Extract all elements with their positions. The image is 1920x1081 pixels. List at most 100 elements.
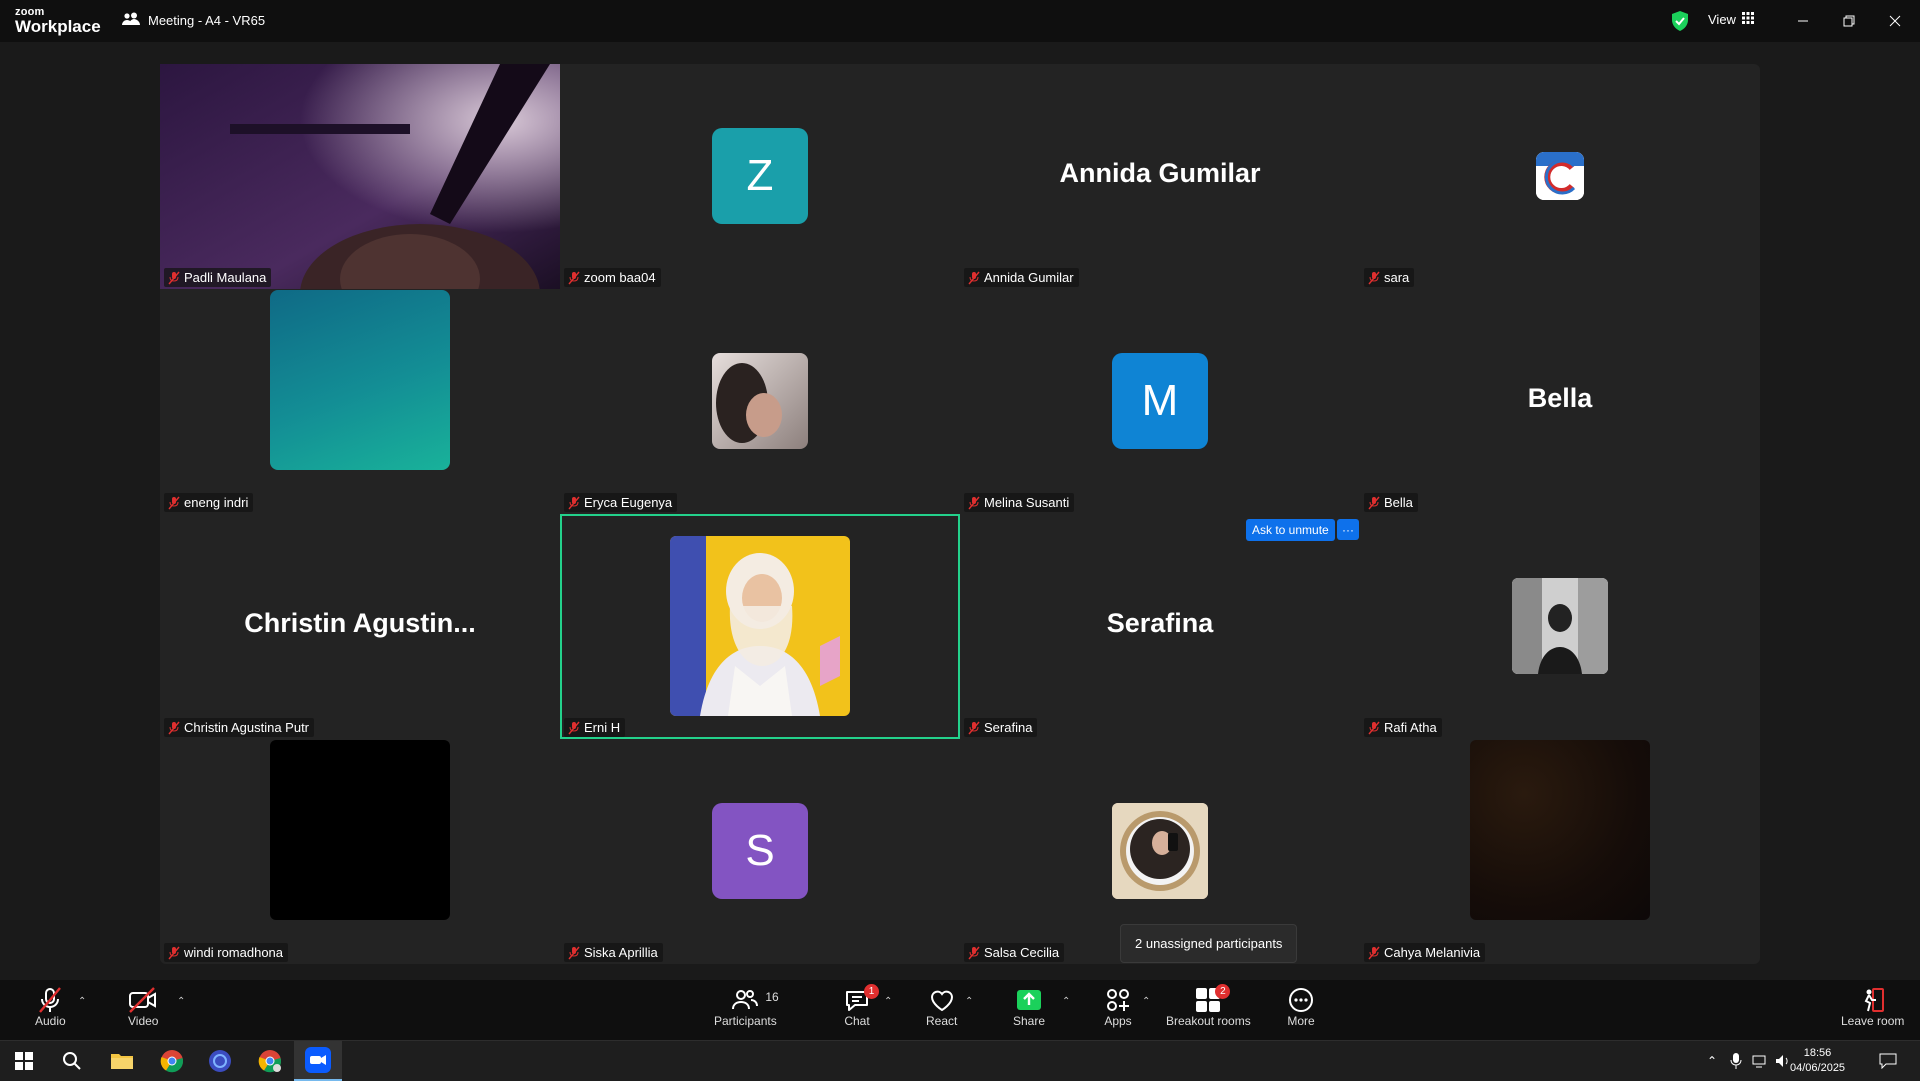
network-tray-button[interactable]	[1748, 1041, 1772, 1081]
grid-icon	[1741, 12, 1754, 27]
heart-icon	[928, 986, 956, 1014]
notification-icon	[1879, 1053, 1897, 1069]
video-button[interactable]: Video	[128, 986, 158, 1028]
participant-name: Cahya Melanivia	[1384, 945, 1481, 960]
close-icon	[1889, 15, 1901, 27]
participant-name: Eryca Eugenya	[584, 495, 673, 510]
more-button[interactable]: More	[1287, 986, 1315, 1028]
participant-name-bar: windi romadhona	[164, 943, 289, 962]
profile-photo	[270, 290, 450, 470]
participants-button[interactable]: 16 Participants	[714, 986, 779, 1028]
restore-icon	[1843, 15, 1855, 27]
file-explorer-button[interactable]	[98, 1041, 146, 1081]
more-label: More	[1287, 1014, 1315, 1028]
profile-photo	[270, 740, 450, 920]
participant-name-bar: Padli Maulana	[164, 268, 272, 287]
chat-label: Chat	[844, 1014, 870, 1028]
minimize-button[interactable]	[1780, 8, 1826, 34]
browser-button[interactable]	[196, 1041, 244, 1081]
apps-icon	[1104, 986, 1132, 1014]
notification-center-button[interactable]	[1864, 1041, 1912, 1081]
speaker-icon	[1776, 1055, 1788, 1067]
participant-name-bar: Christin Agustina Putr	[164, 718, 315, 737]
mic-muted-icon	[168, 271, 180, 284]
react-button[interactable]: React	[926, 986, 957, 1028]
share-button[interactable]: Share	[1013, 986, 1045, 1028]
minimize-icon	[1798, 20, 1808, 22]
search-icon	[63, 1052, 81, 1070]
avatar-letter: M	[1141, 376, 1179, 425]
mic-muted-icon	[968, 946, 980, 959]
chrome-profile-button[interactable]	[246, 1041, 294, 1081]
participant-tile[interactable]: Cahya Melanivia	[1360, 739, 1760, 964]
participant-name: zoom baa04	[584, 270, 656, 285]
participant-tile[interactable]: Annida Gumilar Annida Gumilar	[960, 64, 1360, 289]
participant-name: Bella	[1384, 495, 1413, 510]
encryption-shield-icon[interactable]	[1671, 11, 1689, 36]
close-button[interactable]	[1872, 8, 1918, 34]
chat-button[interactable]: 1 Chat	[843, 984, 879, 1028]
participant-name: Melina Susanti	[984, 495, 1070, 510]
participant-name-bar: Salsa Cecilia	[964, 943, 1065, 962]
zoom-workplace-logo: zoom Workplace	[15, 7, 101, 36]
participant-tile[interactable]: Z zoom baa04	[560, 64, 960, 289]
audio-button[interactable]: Audio	[35, 986, 66, 1028]
microphone-tray-button[interactable]	[1724, 1041, 1748, 1081]
share-screen-icon	[1015, 986, 1043, 1014]
participant-tile[interactable]: windi romadhona	[160, 739, 560, 964]
participant-name: Padli Maulana	[184, 270, 267, 285]
participant-tile[interactable]: eneng indri	[160, 289, 560, 514]
profile-photo	[1470, 740, 1650, 920]
participant-name-bar: Siska Aprillia	[564, 943, 663, 962]
avatar-letter: S	[745, 826, 775, 875]
view-button[interactable]: View	[1708, 12, 1754, 27]
chrome-icon	[258, 1050, 282, 1073]
ask-to-unmute-button[interactable]: Ask to unmute	[1246, 519, 1335, 541]
react-options-chevron-icon[interactable]: ⌃	[965, 996, 973, 1007]
mic-muted-icon	[1368, 271, 1380, 284]
participant-tile[interactable]: Rafi Atha	[1360, 514, 1760, 739]
show-hidden-icons-button[interactable]: ⌃	[1700, 1041, 1724, 1081]
start-button[interactable]	[0, 1041, 48, 1081]
participant-tile[interactable]: Eryca Eugenya	[560, 289, 960, 514]
system-clock[interactable]: 18:56 04/06/2025	[1790, 1046, 1845, 1076]
logo-big-text: Workplace	[15, 17, 101, 36]
share-options-chevron-icon[interactable]: ⌃	[1062, 996, 1070, 1007]
meeting-info[interactable]: Meeting - A4 - VR65	[122, 12, 265, 29]
chrome-button[interactable]	[148, 1041, 196, 1081]
breakout-rooms-button[interactable]: 2 Breakout rooms	[1166, 984, 1251, 1028]
participant-name: Christin Agustina Putr	[184, 720, 310, 735]
apps-button[interactable]: Apps	[1104, 986, 1132, 1028]
breakout-label: Breakout rooms	[1166, 1014, 1251, 1028]
participants-group-icon	[122, 12, 140, 29]
participant-name: sara	[1384, 270, 1410, 285]
letter-avatar: S	[712, 803, 808, 899]
chat-options-chevron-icon[interactable]: ⌃	[884, 996, 892, 1007]
video-options-chevron-icon[interactable]: ⌃	[177, 996, 185, 1007]
participant-name-bar: Melina Susanti	[964, 493, 1075, 512]
mic-muted-icon	[968, 271, 980, 284]
leave-room-button[interactable]: Leave room	[1841, 986, 1904, 1028]
clock-time: 18:56	[1803, 1047, 1832, 1059]
mic-muted-icon	[568, 271, 580, 284]
participant-tile[interactable]: Serafina Serafina	[960, 514, 1360, 739]
chat-icon: 1	[843, 984, 879, 1014]
restore-button[interactable]	[1826, 8, 1872, 34]
participant-tile[interactable]: Bella Bella	[1360, 289, 1760, 514]
mic-muted-icon	[168, 946, 180, 959]
tile-more-options-button[interactable]: ···	[1337, 519, 1359, 540]
participant-tile[interactable]: sara	[1360, 64, 1760, 289]
participant-tile[interactable]: Christin Agustin... Christin Agustina Pu…	[160, 514, 560, 739]
folder-icon	[111, 1054, 133, 1069]
participant-tile-active-speaker[interactable]: Erni H	[560, 514, 960, 739]
participant-name-bar: Rafi Atha	[1364, 718, 1442, 737]
participant-tile[interactable]: M Melina Susanti	[960, 289, 1360, 514]
search-button[interactable]	[48, 1041, 96, 1081]
windows-taskbar: ⌃ 18:56 04/06/2025	[0, 1040, 1920, 1081]
zoom-taskbar-button[interactable]	[294, 1041, 342, 1081]
participant-tile[interactable]: Padli Maulana	[160, 64, 560, 289]
apps-options-chevron-icon[interactable]: ⌃	[1142, 996, 1150, 1007]
chevron-up-icon: ⌃	[1706, 1054, 1718, 1068]
audio-options-chevron-icon[interactable]: ⌃	[78, 996, 86, 1007]
participant-tile[interactable]: S Siska Aprillia	[560, 739, 960, 964]
